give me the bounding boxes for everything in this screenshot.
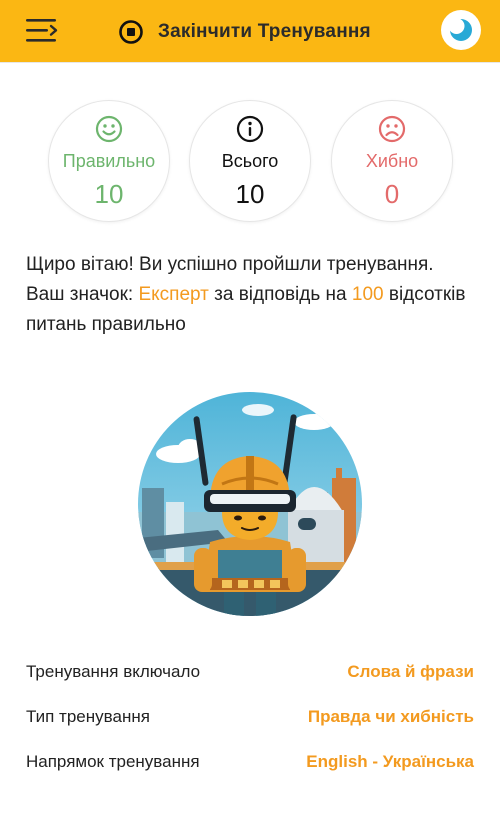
moon-theme-icon bbox=[448, 18, 472, 41]
theme-toggle-button[interactable] bbox=[441, 10, 481, 50]
training-details: Тренування включало Слова й фрази Тип тр… bbox=[26, 650, 476, 785]
total-stat: Всього 10 bbox=[189, 100, 311, 222]
congratulation-message: Щиро вітаю! Ви успішно пройшли тренуванн… bbox=[26, 250, 466, 340]
detail-label: Тренування включало bbox=[26, 662, 201, 681]
wrong-label: Хибно bbox=[365, 151, 419, 171]
total-value: 10 bbox=[235, 179, 265, 209]
message-text-2: за відповідь на bbox=[208, 284, 352, 305]
end-training-label: Закінчити Тренування bbox=[158, 21, 371, 42]
detail-row-included: Тренування включало Слова й фрази bbox=[26, 650, 476, 695]
end-training-button[interactable]: Закінчити Тренування bbox=[118, 14, 371, 50]
total-label: Всього bbox=[221, 151, 279, 171]
detail-label: Напрямок тренування bbox=[26, 752, 200, 771]
smile-icon bbox=[95, 115, 123, 143]
correct-label: Правильно bbox=[62, 151, 156, 171]
menu-icon bbox=[26, 19, 58, 42]
percent-value: 100 bbox=[351, 284, 384, 305]
detail-value: Правда чи хибність bbox=[307, 707, 474, 726]
info-icon bbox=[236, 115, 264, 143]
detail-row-type: Тип тренування Правда чи хибність bbox=[26, 695, 476, 740]
detail-row-direction: Напрямок тренування English - Українська bbox=[26, 740, 476, 785]
badge-name: Експерт bbox=[138, 284, 209, 305]
sad-icon bbox=[378, 115, 406, 143]
results-summary: Правильно 10 Всього 10 Хибно 0 bbox=[0, 100, 500, 224]
robot-illustration bbox=[138, 392, 362, 616]
wrong-stat: Хибно 0 bbox=[331, 100, 453, 222]
top-app-bar: Закінчити Тренування bbox=[0, 0, 500, 63]
correct-value: 10 bbox=[94, 179, 124, 209]
detail-label: Тип тренування bbox=[26, 707, 150, 726]
wrong-value: 0 bbox=[384, 179, 400, 209]
correct-stat: Правильно 10 bbox=[48, 100, 170, 222]
detail-value: Слова й фрази bbox=[347, 662, 474, 681]
expert-badge-image bbox=[138, 392, 362, 616]
detail-value: English - Українська bbox=[306, 752, 474, 771]
menu-button[interactable] bbox=[24, 16, 60, 46]
stop-circle-icon bbox=[119, 20, 143, 44]
